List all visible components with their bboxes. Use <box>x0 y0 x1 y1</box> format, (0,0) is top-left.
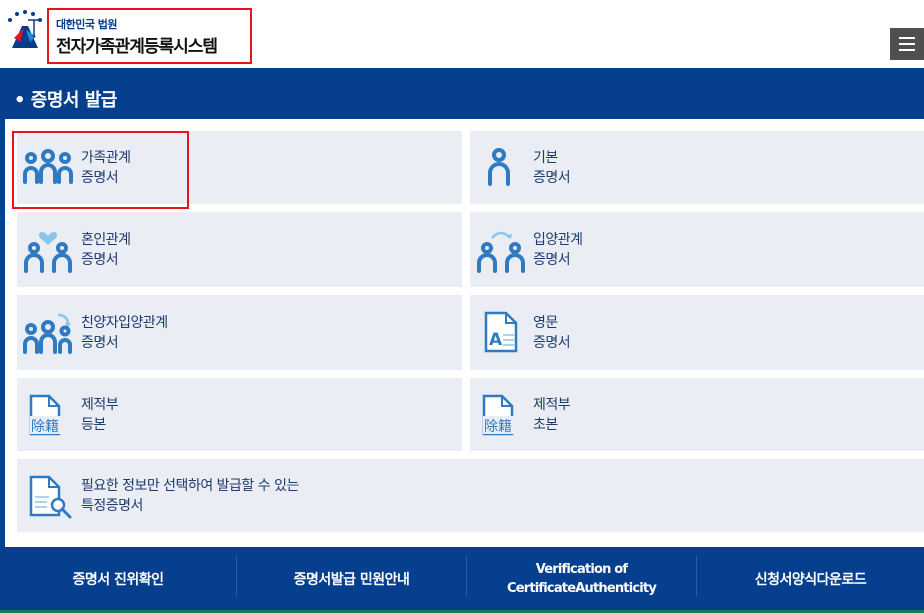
hamburger-menu-button[interactable] <box>890 28 924 60</box>
person-icon <box>488 148 510 186</box>
full-adoption-icon <box>23 313 72 354</box>
header: 대한민국 법원 전자가족관계등록시스템 <box>0 0 924 68</box>
menu-bar-icon <box>899 43 915 45</box>
menu-bar-icon <box>899 37 915 39</box>
english-letter: A <box>489 330 503 350</box>
card-label-line2: 증명서 <box>533 170 571 186</box>
card-label-line1: 기본 <box>533 150 558 166</box>
removed-register-abstract-card[interactable]: 除籍 제적부 초본 <box>470 378 924 451</box>
certificate-verification-link[interactable]: 증명서 진위확인 <box>0 548 236 610</box>
removed-register-tag: 除籍 <box>484 418 512 435</box>
form-download-link[interactable]: 신청서양식다운로드 <box>697 548 924 610</box>
card-label-line1: 입양관계 <box>533 232 583 248</box>
verification-line2: CertificateAuthenticity <box>506 581 657 596</box>
family-icon <box>23 149 73 184</box>
card-label-line1: 제적부 <box>533 397 571 413</box>
adoption-certificate-card[interactable]: 입양관계 증명서 <box>470 212 924 287</box>
document-search-icon <box>29 475 72 519</box>
adoption-icon <box>477 231 525 273</box>
card-label-line2: 증명서 <box>81 170 119 186</box>
family-relation-certificate-card[interactable]: 가족관계 증명서 <box>17 131 462 204</box>
basic-certificate-card[interactable]: 기본 증명서 <box>470 131 924 204</box>
site-logo[interactable]: 대한민국 법원 전자가족관계등록시스템 <box>47 8 252 64</box>
card-label-line2: 등본 <box>81 417 106 433</box>
specific-certificate-card[interactable]: 필요한 정보만 선택하여 발급할 수 있는 특정증명서 <box>17 459 924 532</box>
card-label-line2: 증명서 <box>533 252 571 268</box>
removed-register-transcript-card[interactable]: 除籍 제적부 등본 <box>17 378 462 451</box>
card-label-line2: 초본 <box>533 417 558 433</box>
card-label-line1: 친양자입양관계 <box>81 315 168 331</box>
verification-line1: Verification of <box>535 562 628 577</box>
menu-bar-icon <box>899 49 915 51</box>
marriage-certificate-card[interactable]: 혼인관계 증명서 <box>17 212 462 287</box>
removed-register-icon: 除籍 <box>29 394 74 436</box>
system-name: 전자가족관계등록시스템 <box>56 37 218 57</box>
card-label-line1: 제적부 <box>81 397 119 413</box>
removed-register-icon: 除籍 <box>482 394 527 436</box>
card-label-line1: 혼인관계 <box>81 232 131 248</box>
verification-english-link[interactable]: Verification of CertificateAuthenticity <box>467 548 696 610</box>
marriage-icon <box>24 231 72 273</box>
card-label-line1: 가족관계 <box>81 150 131 166</box>
card-label-line1: 영문 <box>533 315 558 331</box>
english-document-icon: A <box>484 311 518 353</box>
english-certificate-card[interactable]: A 영문 증명서 <box>470 295 924 370</box>
removed-register-tag: 除籍 <box>31 418 59 435</box>
section-title: • 증명서 발급 <box>14 90 117 111</box>
org-name: 대한민국 법원 <box>56 18 118 31</box>
card-label-line1: 필요한 정보만 선택하여 발급할 수 있는 <box>81 478 299 494</box>
full-adoption-certificate-card[interactable]: 친양자입양관계 증명서 <box>17 295 462 370</box>
card-label-line2: 증명서 <box>533 335 571 351</box>
card-label-line2: 증명서 <box>81 252 119 268</box>
issuance-guide-link[interactable]: 증명서발급 민원안내 <box>237 548 466 610</box>
footer-nav: 증명서 진위확인 증명서발급 민원안내 Verification of Cert… <box>0 548 924 613</box>
court-emblem-icon <box>8 10 42 48</box>
card-label-line2: 증명서 <box>81 335 119 351</box>
card-label-line2: 특정증명서 <box>81 498 143 514</box>
